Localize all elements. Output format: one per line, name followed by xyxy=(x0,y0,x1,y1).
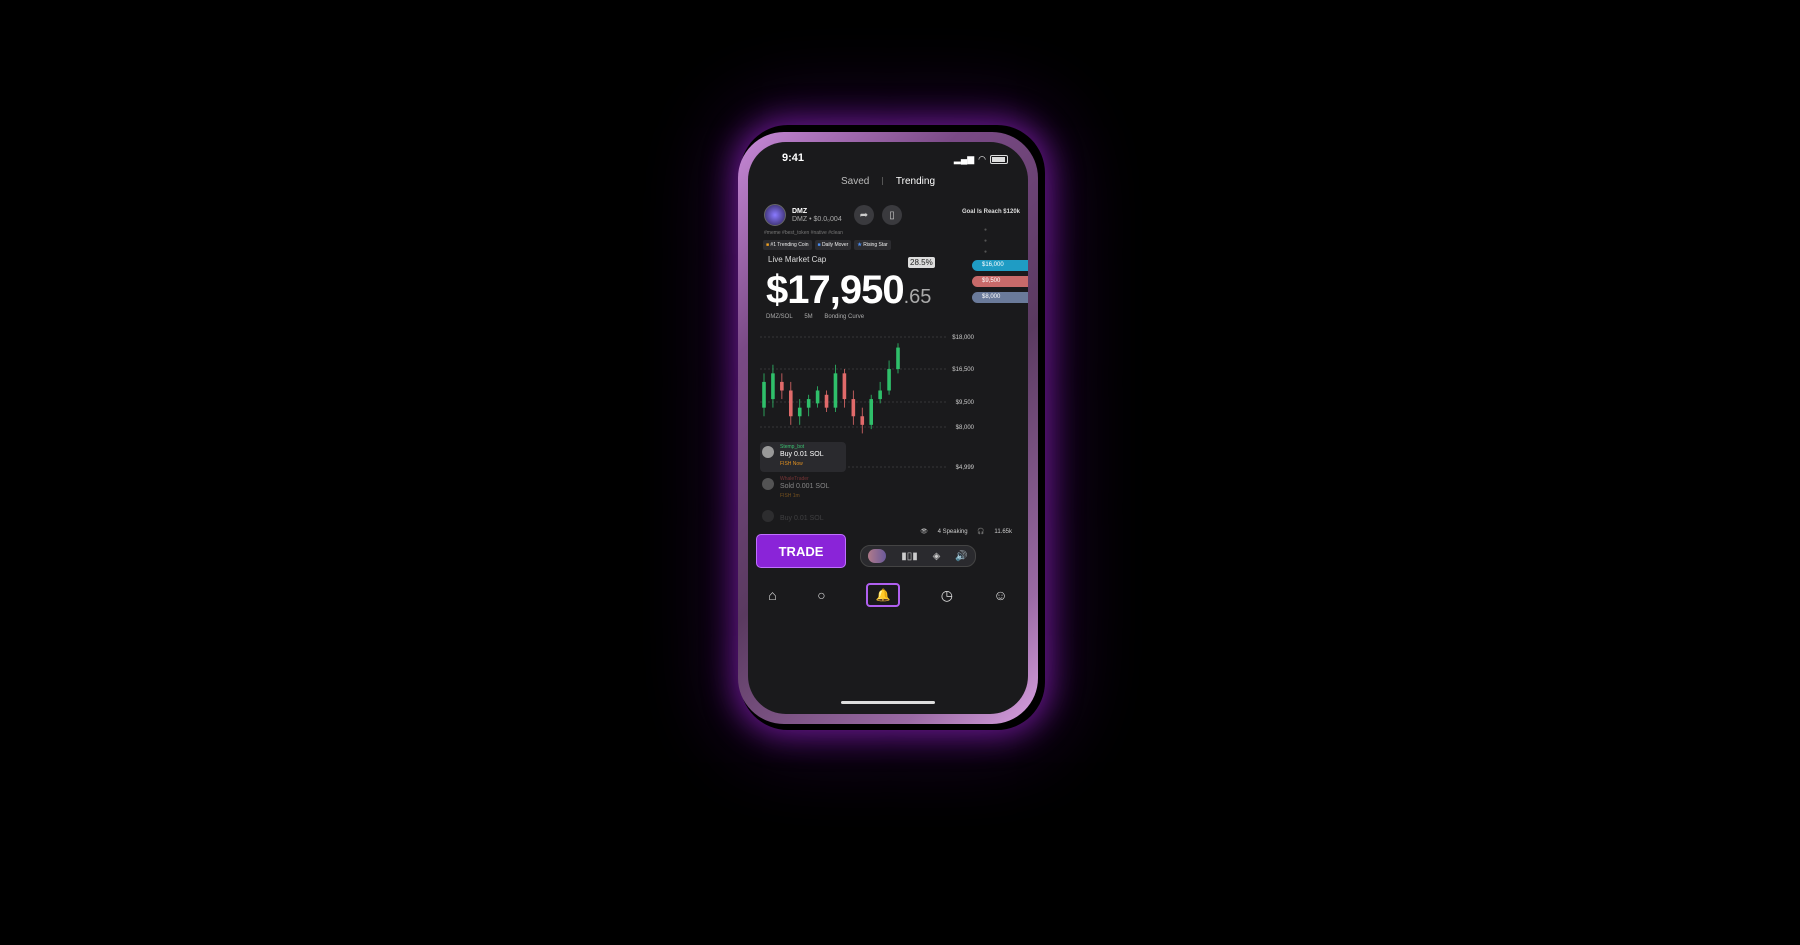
candle-body[interactable] xyxy=(851,399,856,417)
y-tick-label: $9,500 xyxy=(956,400,975,406)
activity-icon[interactable]: ◷ xyxy=(941,587,953,604)
home-icon[interactable]: ⌂ xyxy=(768,587,776,603)
badge-row: ■ #1 Trending Coin ■ Daily Mover ★ Risin… xyxy=(763,240,891,250)
candle-body[interactable] xyxy=(771,373,775,400)
y-tick-label: $8,000 xyxy=(956,425,975,431)
trade-button[interactable]: TRADE xyxy=(756,534,846,568)
market-cap-cents: .65 xyxy=(903,286,932,308)
market-cap-value: $17,950.65 xyxy=(766,268,932,312)
candle-body[interactable] xyxy=(806,399,811,408)
share-button[interactable]: ➦ xyxy=(854,205,874,225)
candle-body[interactable] xyxy=(780,381,784,391)
candle-body[interactable] xyxy=(789,390,793,417)
change-badge: 28.5% xyxy=(908,257,935,268)
feed-tag: FISH 1m xyxy=(780,493,800,499)
signal-icon: ▂▄▆ xyxy=(953,154,975,164)
candle-body[interactable] xyxy=(860,416,865,425)
candle-body[interactable] xyxy=(833,373,838,408)
feed-action: Buy 0.01 SOL xyxy=(780,515,824,522)
feed-action: Buy 0.01 SOL xyxy=(780,451,824,458)
feed-item[interactable]: Buy 0.01 SOL xyxy=(760,506,846,536)
feed-item[interactable]: Stemp_bot Buy 0.01 SOL FISH Now xyxy=(760,442,846,472)
bookmark-icon: ▯ xyxy=(889,209,895,221)
token-header[interactable]: DMZ DMZ • $0.0₀004 xyxy=(764,204,842,226)
candle-body[interactable] xyxy=(887,369,891,391)
token-avatar xyxy=(764,204,786,226)
token-hashtags: #meme #best_token #native #clean xyxy=(764,230,843,236)
candle-body[interactable] xyxy=(797,407,802,417)
tab-divider xyxy=(882,177,884,186)
trade-feed: Stemp_bot Buy 0.01 SOL FISH Now WhaleTra… xyxy=(760,442,846,538)
y-tick-label: $16,500 xyxy=(952,367,974,373)
speaker-icon[interactable]: 🔊 xyxy=(955,551,967,562)
bottom-nav: ⌂ ○ 🔔 ◷ ☺ xyxy=(748,582,1028,608)
listener-count: 🎧 11.65k xyxy=(977,529,1012,535)
level-9500[interactable]: $9,500 xyxy=(972,276,1028,287)
app-screen: 9:41 ▂▄▆ ◠ Saved Trending DMZ DMZ • $0.0… xyxy=(748,142,1028,714)
pair-label[interactable]: DMZ/SOL xyxy=(766,314,793,320)
top-tabs: Saved Trending xyxy=(748,176,1028,187)
avatar xyxy=(762,478,774,490)
speaking-count: 👁 4 Speaking xyxy=(920,529,968,535)
tab-saved[interactable]: Saved xyxy=(841,176,869,187)
feed-user: Stemp_bot xyxy=(780,444,805,450)
candle-body[interactable] xyxy=(762,381,766,408)
token-name: DMZ xyxy=(792,208,808,215)
share-icon: ➦ xyxy=(859,209,869,221)
interval-label[interactable]: 5M xyxy=(804,314,812,320)
market-cap-label: Live Market Cap xyxy=(768,255,827,264)
curve-label[interactable]: Bonding Curve xyxy=(824,314,864,320)
wifi-icon: ◠ xyxy=(978,154,986,164)
waveform-icon[interactable]: ▮▯▮ xyxy=(901,551,918,562)
social-stats: 👁 4 Speaking 🎧 11.65k xyxy=(912,528,1012,535)
goal-text: Goal Is Reach $120k xyxy=(961,209,1020,215)
feed-item[interactable]: WhaleTrader Sold 0.001 SOL FISH 1m xyxy=(760,474,846,504)
avatar xyxy=(762,510,774,522)
y-tick-label: $18,000 xyxy=(952,335,974,341)
level-8000[interactable]: $8,000 xyxy=(972,292,1028,303)
badge-trending: ■ #1 Trending Coin xyxy=(763,240,812,250)
phone-frame: 9:41 ▂▄▆ ◠ Saved Trending DMZ DMZ • $0.0… xyxy=(738,132,1038,724)
y-tick-label: $4,999 xyxy=(956,465,975,471)
candle-body[interactable] xyxy=(896,347,900,370)
bell-icon[interactable]: 🔔 xyxy=(866,583,901,607)
level-faint: ● xyxy=(984,249,988,255)
profile-icon[interactable]: ☺ xyxy=(993,587,1007,603)
price-levels: ● ● ● $16,000 $9,500 $8,000 xyxy=(972,222,1028,303)
level-faint: ● xyxy=(984,238,988,244)
badge-daily-mover: ■ Daily Mover xyxy=(814,240,852,250)
speaker-avatars xyxy=(868,549,887,563)
status-icons: ▂▄▆ ◠ xyxy=(954,154,1008,165)
level-faint: ● xyxy=(984,227,988,233)
battery-icon xyxy=(990,155,1008,164)
candle-body[interactable] xyxy=(842,373,847,400)
badge-rising-star: ★ Rising Star xyxy=(854,240,891,250)
avatar xyxy=(762,446,774,458)
home-indicator xyxy=(841,701,935,704)
feed-action: Sold 0.001 SOL xyxy=(780,483,830,490)
tab-trending[interactable]: Trending xyxy=(896,176,935,187)
status-time: 9:41 xyxy=(782,152,805,164)
layers-icon[interactable]: ◈ xyxy=(933,551,941,562)
candle-body[interactable] xyxy=(824,394,829,408)
pair-row: DMZ/SOL 5M Bonding Curve xyxy=(766,314,874,320)
feed-tag: FISH Now xyxy=(780,461,803,467)
candle-body[interactable] xyxy=(878,390,882,400)
candle-body[interactable] xyxy=(815,390,820,404)
bookmark-button[interactable]: ▯ xyxy=(882,205,902,225)
search-icon[interactable]: ○ xyxy=(817,587,825,603)
level-16000[interactable]: $16,000 xyxy=(972,260,1028,271)
token-price-sub: DMZ • $0.0₀004 xyxy=(792,216,842,223)
candle-body[interactable] xyxy=(869,399,873,425)
audio-room-bar[interactable]: ▮▯▮ ◈ 🔊 xyxy=(860,545,976,567)
feed-user: WhaleTrader xyxy=(780,476,809,482)
